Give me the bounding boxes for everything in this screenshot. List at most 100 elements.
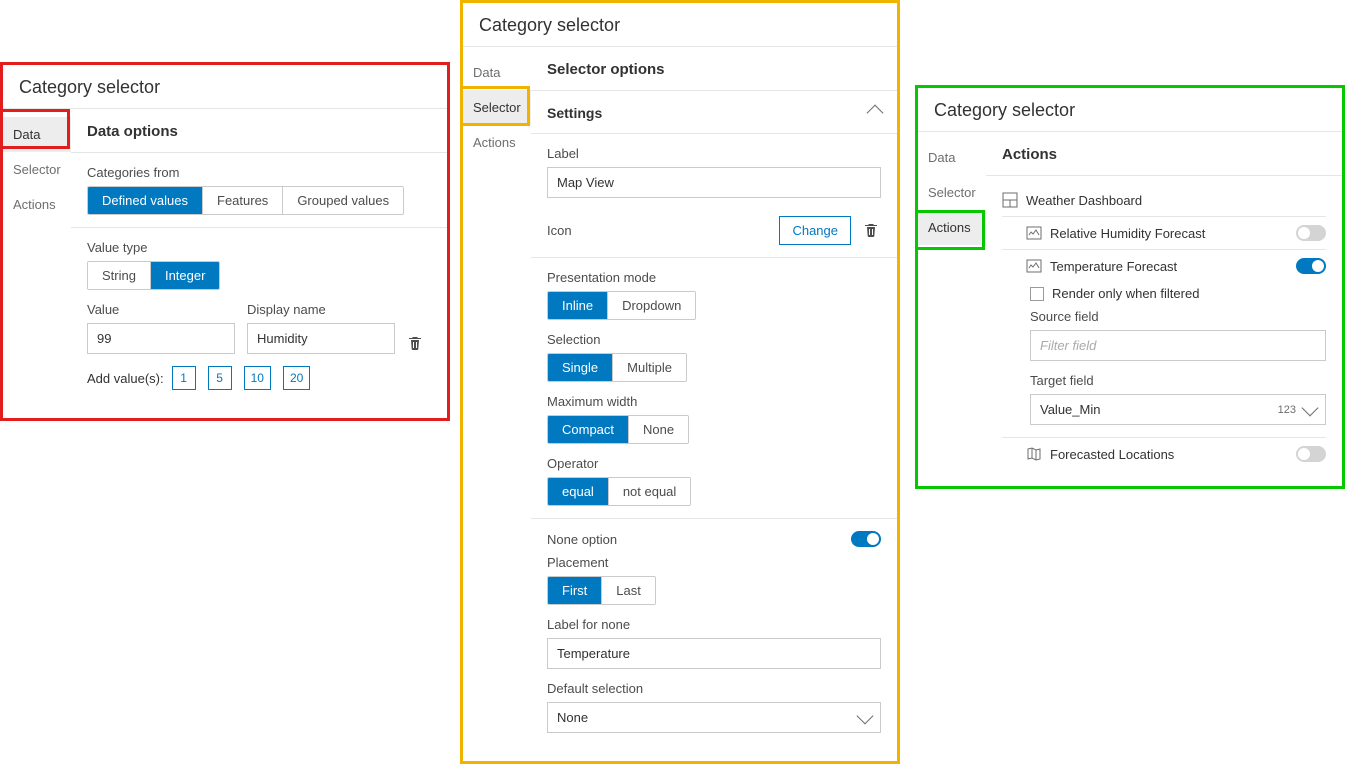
label-label: Label [547,146,881,161]
target-field-type: 123 [1278,404,1296,416]
action-item-humidity: Relative Humidity Forecast [1002,217,1326,249]
categories-from-label: Categories from [87,165,431,180]
action-item-name: Temperature Forecast [1050,259,1177,274]
default-selection-value: None [557,710,588,725]
settings-label: Settings [547,105,602,121]
add-value-20[interactable]: 20 [283,366,310,390]
chevron-down-icon [857,707,874,724]
presentation-dropdown[interactable]: Dropdown [608,292,695,319]
settings-accordion[interactable]: Settings [531,91,897,134]
display-name-label: Display name [247,302,395,317]
presentation-mode-segment: Inline Dropdown [547,291,696,320]
chevron-up-icon [867,105,884,122]
selection-segment: Single Multiple [547,353,687,382]
icon-label: Icon [547,223,572,238]
indicator-icon [1026,258,1042,274]
selection-multiple[interactable]: Multiple [613,354,686,381]
value-type-integer[interactable]: Integer [151,262,219,289]
placement-label: Placement [547,555,881,570]
categories-features[interactable]: Features [203,187,283,214]
dashboard-row: Weather Dashboard [1002,184,1326,216]
side-tabs: Data Selector Actions [3,109,71,418]
categories-grouped-values[interactable]: Grouped values [283,187,403,214]
section-header-data-options: Data options [71,109,447,153]
action-toggle-temperature[interactable] [1296,258,1326,274]
categories-defined-values[interactable]: Defined values [88,187,203,214]
placement-first[interactable]: First [548,577,602,604]
placement-last[interactable]: Last [602,577,655,604]
value-type-segment: String Integer [87,261,220,290]
render-only-label: Render only when filtered [1052,286,1199,301]
tab-data[interactable]: Data [918,140,986,175]
tab-actions[interactable]: Actions [463,125,531,160]
selector-options-header: Selector options [531,47,897,91]
target-field-label: Target field [1030,373,1326,388]
source-field-label: Source field [1030,309,1326,324]
tab-selector[interactable]: Selector [918,175,986,210]
max-width-segment: Compact None [547,415,689,444]
presentation-mode-label: Presentation mode [547,270,881,285]
none-option-label: None option [547,532,617,547]
change-icon-button[interactable]: Change [779,216,851,245]
dashboard-name: Weather Dashboard [1026,193,1142,208]
panel-actions: Category selector Data Selector Actions … [915,85,1345,489]
panel-title: Category selector [3,65,447,109]
placement-segment: First Last [547,576,656,605]
presentation-inline[interactable]: Inline [548,292,608,319]
max-width-label: Maximum width [547,394,881,409]
label-for-none-label: Label for none [547,617,881,632]
none-option-toggle[interactable] [851,531,881,547]
add-values-label: Add value(s): [87,371,164,386]
value-type-string[interactable]: String [88,262,151,289]
tab-actions[interactable]: Actions [918,210,986,245]
dashboard-icon [1002,192,1018,208]
default-selection-label: Default selection [547,681,881,696]
action-toggle-locations[interactable] [1296,446,1326,462]
source-field-input[interactable] [1030,330,1326,361]
render-only-checkbox[interactable] [1030,287,1044,301]
target-field-dropdown[interactable]: Value_Min 123 [1030,394,1326,425]
action-toggle-humidity[interactable] [1296,225,1326,241]
tab-data[interactable]: Data [463,55,531,90]
side-tabs: Data Selector Actions [463,47,531,761]
tab-actions[interactable]: Actions [3,187,71,222]
delete-icon[interactable] [407,335,425,353]
operator-label: Operator [547,456,881,471]
actions-header: Actions [986,132,1342,176]
panel-title: Category selector [918,88,1342,132]
max-width-compact[interactable]: Compact [548,416,629,443]
max-width-none[interactable]: None [629,416,688,443]
chevron-down-icon [1302,399,1319,416]
label-for-none-input[interactable] [547,638,881,669]
value-input[interactable] [87,323,235,354]
delete-icon[interactable] [863,222,881,240]
tab-selector[interactable]: Selector [463,90,531,125]
value-type-label: Value type [87,240,431,255]
panel-title: Category selector [463,3,897,47]
side-tabs: Data Selector Actions [918,132,986,486]
map-icon [1026,446,1042,462]
add-value-1[interactable]: 1 [172,366,196,390]
tab-data[interactable]: Data [3,117,71,152]
operator-segment: equal not equal [547,477,691,506]
action-item-name: Forecasted Locations [1050,447,1174,462]
indicator-icon [1026,225,1042,241]
default-selection-dropdown[interactable]: None [547,702,881,733]
operator-not-equal[interactable]: not equal [609,478,691,505]
tab-selector[interactable]: Selector [3,152,71,187]
action-item-name: Relative Humidity Forecast [1050,226,1205,241]
panel-selector: Category selector Data Selector Actions … [460,0,900,764]
operator-equal[interactable]: equal [548,478,609,505]
action-item-temperature: Temperature Forecast [1002,250,1326,282]
action-item-locations: Forecasted Locations [1002,438,1326,470]
selection-label: Selection [547,332,881,347]
panel-data: Category selector Data Selector Actions … [0,62,450,421]
label-input[interactable] [547,167,881,198]
target-field-value: Value_Min [1040,402,1100,417]
categories-from-segment: Defined values Features Grouped values [87,186,404,215]
value-label: Value [87,302,235,317]
selection-single[interactable]: Single [548,354,613,381]
add-value-5[interactable]: 5 [208,366,232,390]
add-value-10[interactable]: 10 [244,366,271,390]
display-name-input[interactable] [247,323,395,354]
